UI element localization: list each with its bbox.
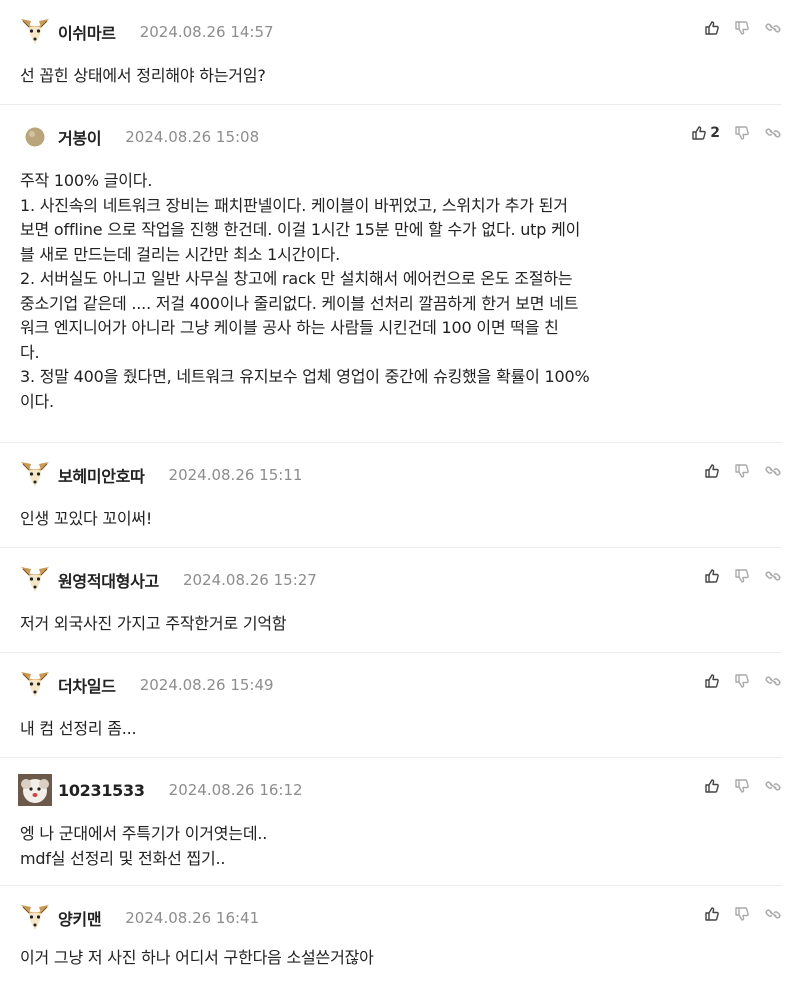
like-button[interactable] [704, 463, 720, 479]
avatar[interactable] [18, 15, 52, 49]
like-button[interactable] [704, 568, 720, 584]
fennec-icon [21, 567, 49, 592]
comment-header: 원영적대형사고 2024.08.26 15:27 [18, 562, 317, 598]
comment-author[interactable]: 원영적대형사고 [58, 568, 159, 592]
comment-item: 이쉬마르 2024.08.26 14:57 선 꼽힌 상태에서 정리해야 하는거… [0, 0, 782, 105]
thumbs-down-icon [735, 126, 749, 140]
comment-header: 보헤미안호따 2024.08.26 15:11 [18, 457, 302, 493]
avatar[interactable] [18, 901, 52, 935]
like-button[interactable] [704, 778, 720, 794]
link-icon [765, 909, 781, 919]
share-button[interactable] [764, 20, 782, 36]
link-icon [765, 676, 781, 686]
comment-author[interactable]: 양키맨 [58, 906, 102, 930]
fennec-icon [21, 462, 49, 487]
dislike-button[interactable] [734, 673, 750, 689]
fennec-icon [21, 905, 49, 930]
comment-text: 인생 꼬있다 꼬이써! [20, 509, 153, 528]
puppy-photo-icon [18, 774, 52, 806]
comment-date: 2024.08.26 15:27 [182, 571, 317, 589]
comment-date: 2024.08.26 15:08 [125, 128, 260, 146]
comment-author[interactable]: 10231533 [58, 781, 145, 800]
thumbs-up-icon [705, 569, 719, 583]
comment-item: 보헤미안호따 2024.08.26 15:11 인생 꼬있다 꼬이써! [0, 443, 782, 548]
comment-header: 더차일드 2024.08.26 15:49 [18, 667, 274, 703]
comment-date: 2024.08.26 15:49 [139, 676, 274, 694]
thumbs-down-icon [735, 907, 749, 921]
comment-date: 2024.08.26 15:11 [168, 466, 303, 484]
comment-item: 더차일드 2024.08.26 15:49 내 컴 선정리 좀... [0, 653, 782, 758]
like-button[interactable]: 2 [691, 125, 720, 141]
dislike-button[interactable] [734, 125, 750, 141]
share-button[interactable] [764, 568, 782, 584]
comment-text: 내 컴 선정리 좀... [20, 719, 137, 738]
avatar[interactable] [18, 668, 52, 702]
like-button[interactable] [704, 20, 720, 36]
comment-text: 주작 100% 글이다. 1. 사진속의 네트워크 장비는 패치판넬이다. 케이… [20, 171, 590, 411]
comment-actions [690, 564, 782, 588]
thumbs-down-icon [735, 674, 749, 688]
link-icon [765, 781, 781, 791]
like-button[interactable] [704, 906, 720, 922]
dislike-button[interactable] [734, 778, 750, 794]
thumbs-up-icon [705, 21, 719, 35]
comment-header: 10231533 2024.08.26 16:12 [18, 772, 303, 808]
comment-actions [690, 774, 782, 798]
like-count: 2 [710, 125, 720, 141]
comment-text: 선 꼽힌 상태에서 정리해야 하는거임? [20, 66, 266, 85]
dot-icon [25, 127, 45, 147]
link-icon [765, 23, 781, 33]
comment-text: 저거 외국사진 가지고 주작한거로 기억함 [20, 614, 287, 633]
comment-actions [690, 459, 782, 483]
avatar[interactable] [18, 563, 52, 597]
dislike-button[interactable] [734, 906, 750, 922]
avatar[interactable] [18, 120, 52, 154]
thumbs-down-icon [735, 464, 749, 478]
comment-actions [690, 16, 782, 40]
share-button[interactable] [764, 906, 782, 922]
comment-date: 2024.08.26 16:41 [125, 909, 260, 927]
comment-item: 양키맨 2024.08.26 16:41 이거 그냥 저 사진 하나 어디서 구… [0, 886, 782, 986]
link-icon [765, 466, 781, 476]
comment-author[interactable]: 더차일드 [58, 673, 116, 697]
comment-author[interactable]: 보헤미안호따 [58, 463, 145, 487]
avatar[interactable] [18, 458, 52, 492]
comment-header: 거봉이 2024.08.26 15:08 [18, 119, 259, 155]
comment-author[interactable]: 이쉬마르 [58, 20, 116, 44]
share-button[interactable] [764, 463, 782, 479]
comment-date: 2024.08.26 14:57 [139, 23, 274, 41]
comment-text: 이거 그냥 저 사진 하나 어디서 구한다음 소설쓴거잖아 [20, 948, 374, 967]
share-button[interactable] [764, 778, 782, 794]
comment-header: 이쉬마르 2024.08.26 14:57 [18, 14, 274, 50]
comment-header: 양키맨 2024.08.26 16:41 [18, 900, 259, 936]
dislike-button[interactable] [734, 568, 750, 584]
comment-author[interactable]: 거봉이 [58, 125, 102, 149]
comment-text: 엥 나 군대에서 주특기가 이거엿는데.. mdf실 선정리 및 전화선 찝기.… [20, 824, 268, 868]
comment-actions [690, 669, 782, 693]
thumbs-down-icon [735, 779, 749, 793]
dislike-button[interactable] [734, 463, 750, 479]
thumbs-up-icon [705, 674, 719, 688]
share-button[interactable] [764, 673, 782, 689]
link-icon [765, 571, 781, 581]
comment-item: 거봉이 2024.08.26 15:08 2 주작 100% 글이다. 1. 사… [0, 105, 782, 443]
comment-date: 2024.08.26 16:12 [168, 781, 303, 799]
avatar[interactable] [18, 773, 52, 807]
thumbs-up-icon [705, 779, 719, 793]
comment-item: 원영적대형사고 2024.08.26 15:27 저거 외국사진 가지고 주작한… [0, 548, 782, 653]
comment-actions [690, 902, 782, 926]
thumbs-up-icon [705, 907, 719, 921]
share-button[interactable] [764, 125, 782, 141]
thumbs-up-icon [692, 126, 707, 140]
thumbs-down-icon [735, 569, 749, 583]
fennec-icon [21, 19, 49, 44]
like-button[interactable] [704, 673, 720, 689]
link-icon [765, 128, 781, 138]
thumbs-down-icon [735, 21, 749, 35]
comment-actions: 2 [677, 121, 782, 145]
fennec-icon [21, 672, 49, 697]
dislike-button[interactable] [734, 20, 750, 36]
thumbs-up-icon [705, 464, 719, 478]
comment-item: 10231533 2024.08.26 16:12 엥 나 군대에서 주특기가 … [0, 758, 782, 886]
